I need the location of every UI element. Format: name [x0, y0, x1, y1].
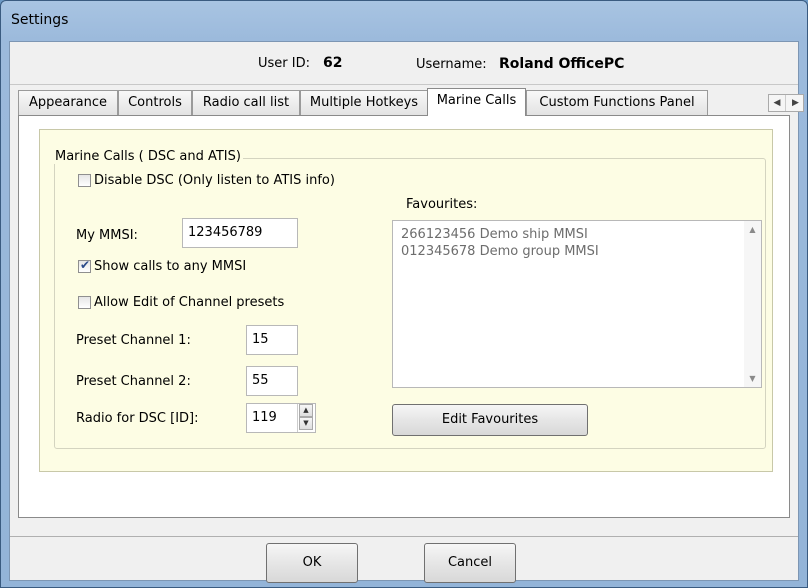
preset-channel-1-input[interactable]: 15	[246, 325, 298, 355]
dialog-client-area: User ID: 62 Username: Roland OfficePC Ap…	[9, 41, 804, 583]
tab-custom-functions-panel[interactable]: Custom Functions Panel	[526, 90, 708, 115]
list-item[interactable]: 012345678 Demo group MMSI	[401, 244, 599, 259]
right-arrow-icon[interactable]: ▶	[787, 95, 804, 111]
radio-for-dsc-label: Radio for DSC [ID]:	[76, 411, 199, 426]
user-info-bar: User ID: 62 Username: Roland OfficePC	[10, 42, 798, 85]
tab-scroll-buttons: ◀ ▶	[768, 94, 804, 112]
show-calls-label: Show calls to any MMSI	[94, 259, 247, 274]
checkbox-box[interactable]	[78, 296, 91, 309]
up-arrow-icon[interactable]: ▲	[744, 221, 761, 238]
username-value: Roland OfficePC	[499, 56, 625, 72]
disable-dsc-label: Disable DSC (Only listen to ATIS info)	[94, 173, 335, 188]
cancel-button[interactable]: Cancel	[424, 543, 516, 583]
settings-tabs: Appearance Controls Radio call list Mult…	[18, 88, 708, 116]
favourites-list[interactable]: 266123456 Demo ship MMSI 012345678 Demo …	[392, 220, 762, 388]
marine-calls-panel: Marine Calls ( DSC and ATIS) Disable DSC…	[18, 115, 790, 518]
list-item[interactable]: 266123456 Demo ship MMSI	[401, 227, 588, 242]
down-arrow-icon[interactable]: ▼	[299, 417, 313, 430]
favourites-label: Favourites:	[406, 197, 478, 212]
ok-button[interactable]: OK	[266, 543, 358, 583]
marine-settings-area: Marine Calls ( DSC and ATIS) Disable DSC…	[39, 129, 773, 472]
allow-edit-presets-checkbox[interactable]: Allow Edit of Channel presets	[78, 295, 284, 310]
preset-channel-1-label: Preset Channel 1:	[76, 333, 191, 348]
window-title: Settings	[11, 12, 69, 28]
edit-favourites-button[interactable]: Edit Favourites	[392, 404, 588, 436]
tab-controls[interactable]: Controls	[118, 90, 192, 115]
title-bar[interactable]: Settings	[1, 1, 807, 39]
dialog-button-bar: OK Cancel	[10, 536, 798, 583]
disable-dsc-checkbox[interactable]: Disable DSC (Only listen to ATIS info)	[78, 173, 335, 188]
show-calls-checkbox[interactable]: Show calls to any MMSI	[78, 258, 247, 274]
preset-channel-2-input[interactable]: 55	[246, 366, 298, 396]
checkbox-box[interactable]	[78, 174, 91, 187]
my-mmsi-input[interactable]: 123456789	[182, 218, 298, 248]
my-mmsi-label: My MMSI:	[76, 228, 138, 243]
down-arrow-icon[interactable]: ▼	[744, 370, 761, 387]
settings-window: Settings User ID: 62 Username: Roland Of…	[0, 0, 808, 588]
username-label: Username:	[416, 57, 487, 72]
tab-appearance[interactable]: Appearance	[18, 90, 118, 115]
spinner-buttons: ▲ ▼	[297, 404, 313, 432]
user-id-value: 62	[323, 55, 343, 71]
checkmark-icon[interactable]	[78, 258, 91, 273]
favourites-scrollbar[interactable]: ▲ ▼	[744, 221, 761, 387]
radio-for-dsc-value: 119	[252, 410, 277, 425]
tab-marine-calls[interactable]: Marine Calls	[427, 88, 526, 116]
tab-multiple-hotkeys[interactable]: Multiple Hotkeys	[300, 90, 428, 115]
group-title: Marine Calls ( DSC and ATIS)	[53, 149, 243, 164]
preset-channel-2-label: Preset Channel 2:	[76, 374, 191, 389]
tab-radio-call-list[interactable]: Radio call list	[192, 90, 300, 115]
up-arrow-icon[interactable]: ▲	[299, 404, 313, 417]
left-arrow-icon[interactable]: ◀	[769, 95, 786, 111]
allow-edit-presets-label: Allow Edit of Channel presets	[94, 295, 285, 310]
user-id-label: User ID:	[258, 56, 310, 71]
